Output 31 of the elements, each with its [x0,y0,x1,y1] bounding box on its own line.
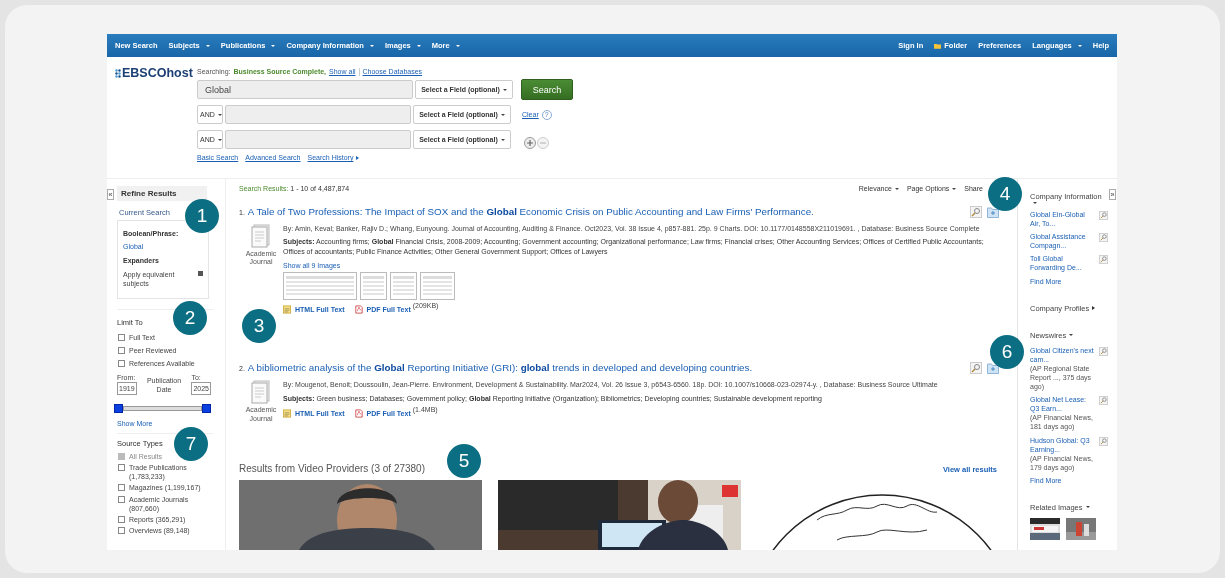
result-title-link[interactable]: A bibliometric analysis of the Global Reporting Initiative (GRI): global trends in developed and developing countries. [247,362,753,374]
section-title: Results from Video Providers (3 of 27380) [239,463,425,475]
preview-icon[interactable] [1099,255,1108,265]
remove-row-icon[interactable] [537,136,549,149]
html-document-icon [283,305,291,315]
journal-icon [251,380,271,405]
preview-icon[interactable] [970,206,982,218]
preview-icon[interactable] [1099,233,1108,243]
slider-handle[interactable] [202,404,211,414]
search-field[interactable] [225,130,411,149]
logo[interactable]: EBSCOhost [107,57,197,80]
preview-icon[interactable] [1099,436,1108,446]
preview-icon[interactable] [1099,211,1108,220]
search-button[interactable]: Search [521,79,573,100]
html-document-icon [283,409,291,419]
caret-icon[interactable] [1033,202,1037,204]
search-field[interactable]: Global [197,80,413,99]
folder-icon [934,42,942,49]
pdf-icon [354,409,363,419]
panel-title: Refine Results [117,186,207,201]
result-title-link[interactable]: A Tale of Two Professions: The Impact of SOX and the Global Economic Crisis on Public Accounting and Law Firms' Performance. [247,206,814,217]
preview-icon[interactable] [1099,396,1108,406]
add-to-folder-icon[interactable] [987,362,999,375]
slider-handle[interactable] [114,404,123,414]
journal-icon [251,224,271,248]
pdf-icon [354,305,363,315]
search-field[interactable] [225,105,411,124]
add-to-folder-icon[interactable] [987,206,999,218]
add-row-icon[interactable] [524,136,536,149]
preview-icon[interactable] [970,362,982,375]
preview-icon[interactable] [1099,346,1108,356]
